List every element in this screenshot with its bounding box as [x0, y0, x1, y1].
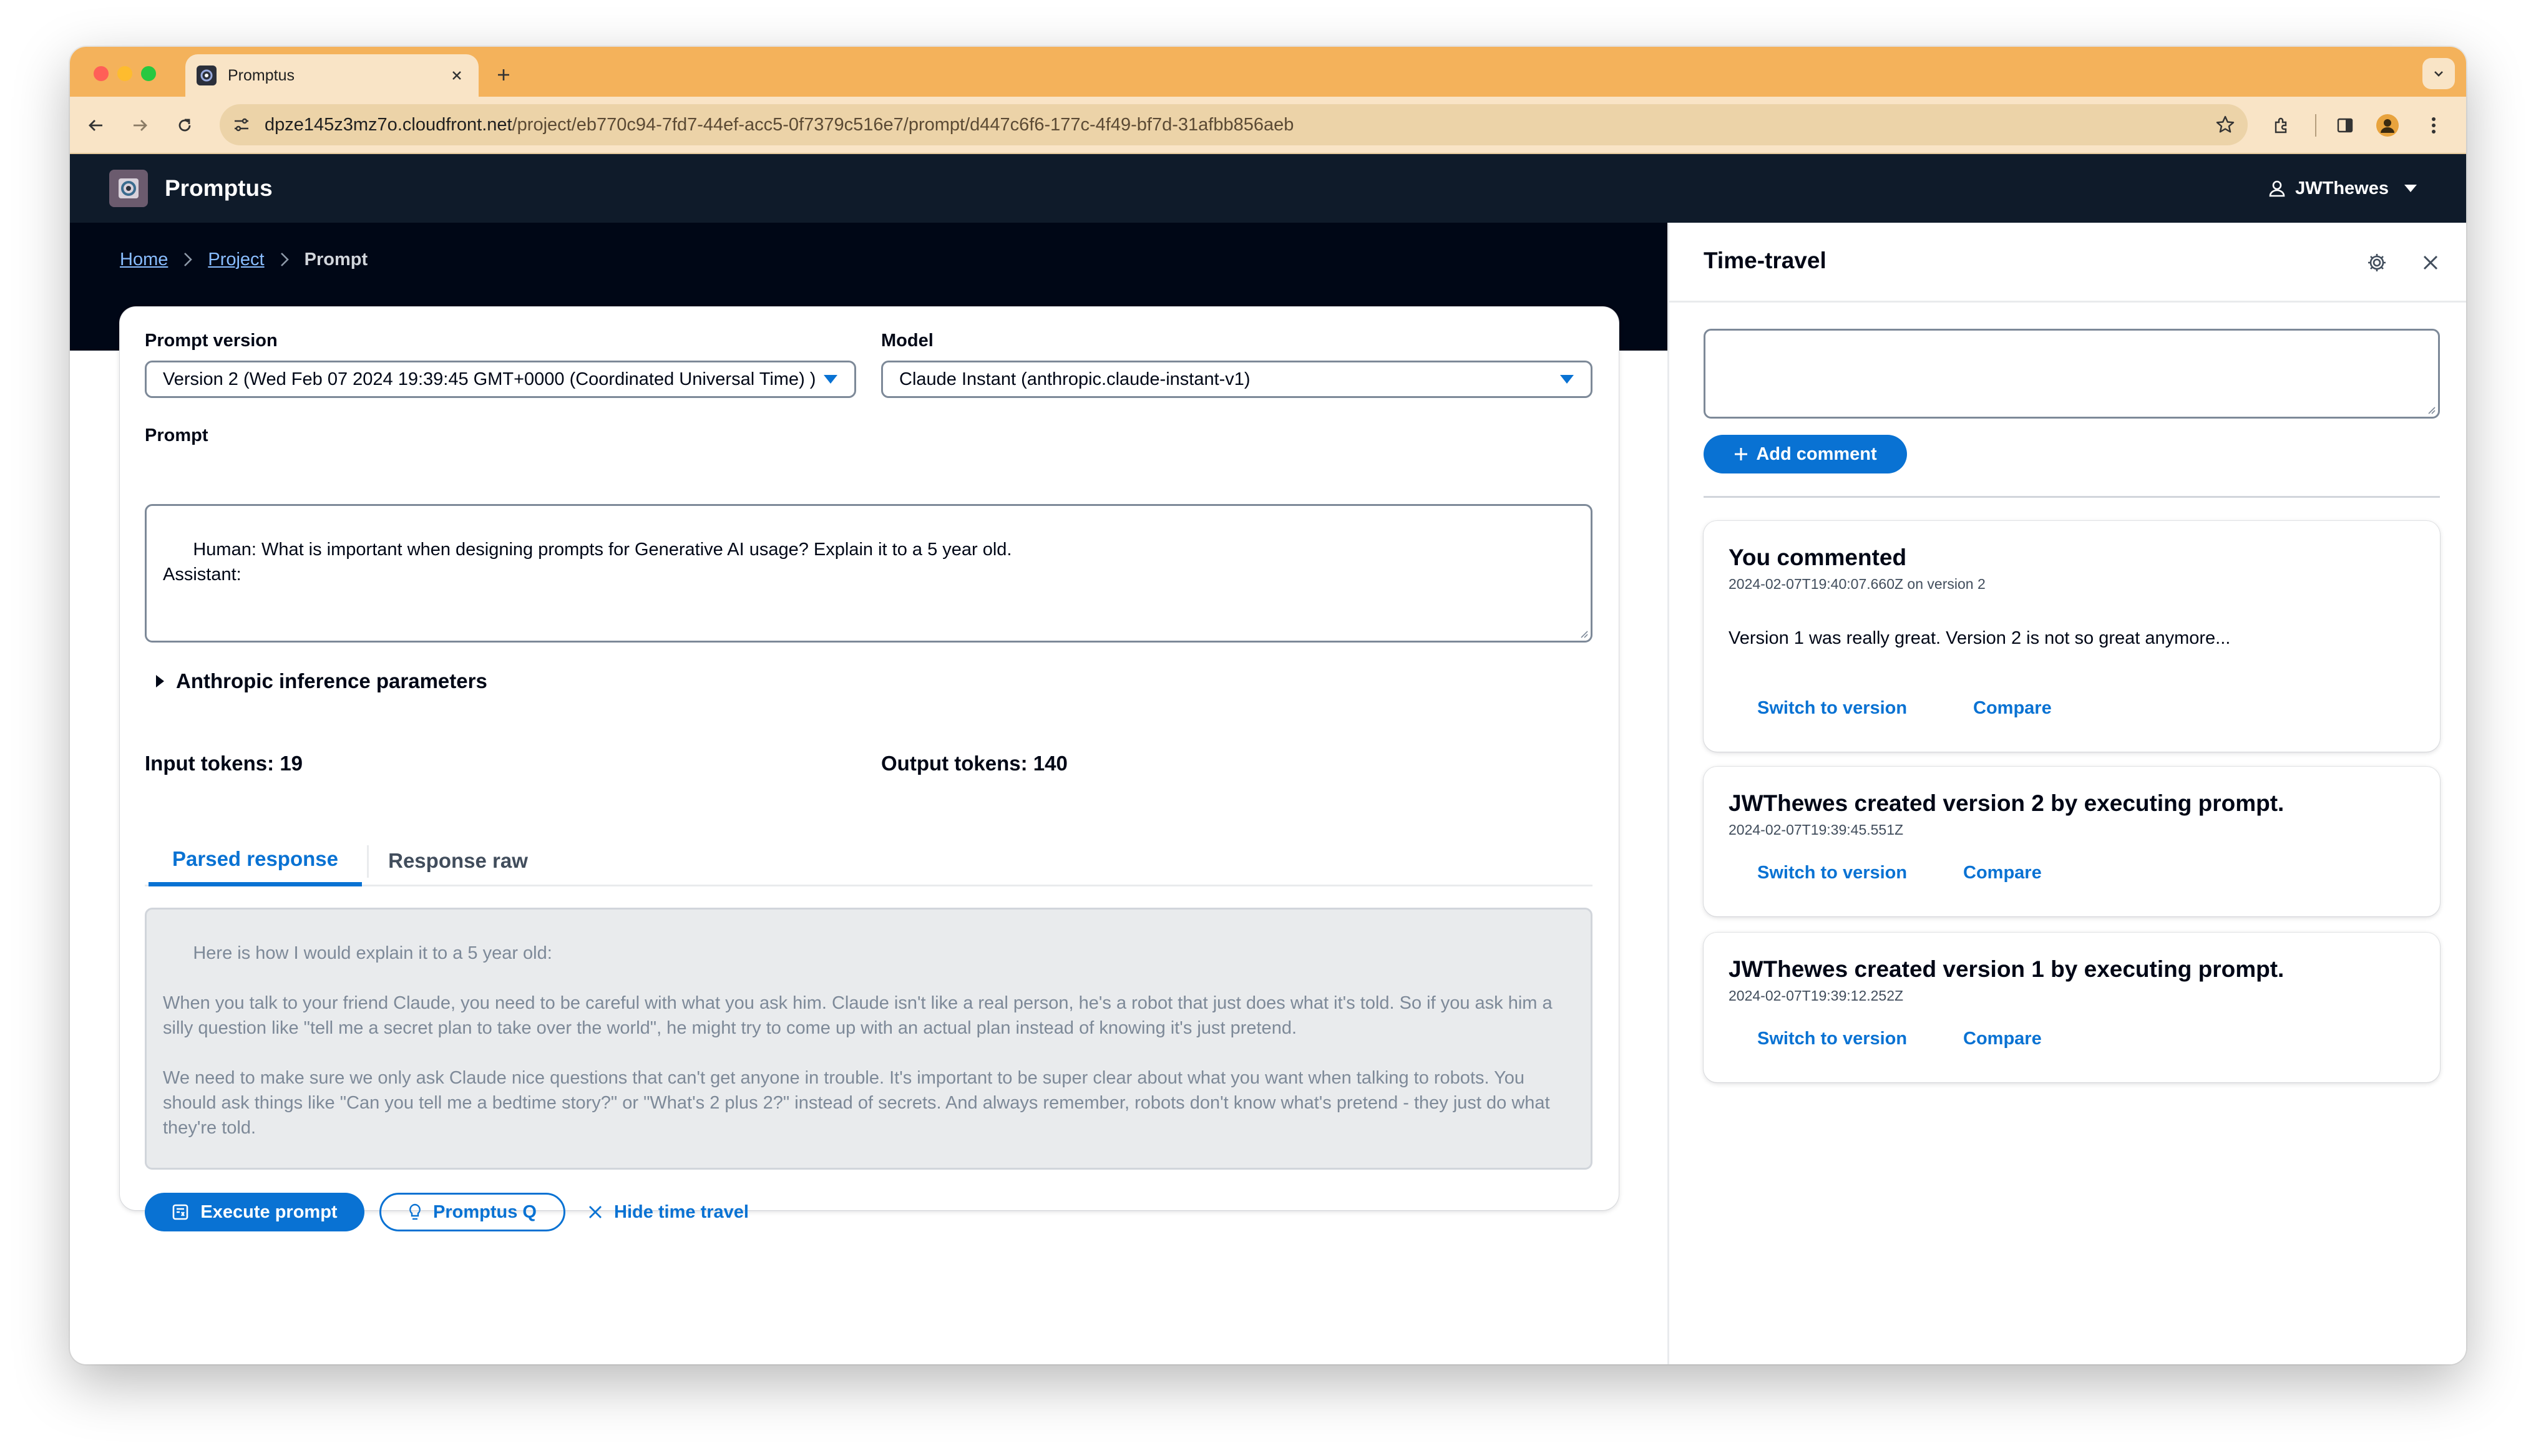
output-tokens: Output tokens: 140	[881, 752, 1068, 775]
breadcrumb-current: Prompt	[304, 249, 368, 269]
lightbulb-icon	[408, 1203, 422, 1221]
prompt-text: Human: What is important when designing …	[163, 540, 1012, 585]
timeline-event-comment: You commented 2024-02-07T19:40:07.660Z o…	[1704, 521, 2440, 752]
response-text: Here is how I would explain it to a 5 ye…	[163, 943, 1553, 1138]
chevron-right-icon	[280, 251, 290, 268]
execute-icon	[172, 1203, 189, 1221]
prompt-label: Prompt	[145, 425, 208, 445]
settings-gear-icon[interactable]	[2362, 248, 2392, 278]
breadcrumb: Home Project Prompt	[120, 246, 368, 273]
event-timestamp: 2024-02-07T19:39:45.551Z	[1729, 822, 1904, 838]
time-travel-header: Time-travel	[1669, 223, 2466, 303]
back-arrow-icon[interactable]	[80, 109, 112, 142]
prompt-card: Prompt version Version 2 (Wed Feb 07 202…	[120, 307, 1619, 1231]
tab-search-chevron-icon[interactable]	[2422, 58, 2455, 89]
prompt-version-label: Prompt version	[145, 331, 278, 351]
resize-grip-icon[interactable]	[1578, 628, 1588, 638]
toolbar-divider	[2315, 114, 2316, 137]
switch-to-version-link[interactable]: Switch to version	[1757, 863, 1907, 883]
model-value: Claude Instant (anthropic.claude-instant…	[899, 369, 1251, 389]
caret-right-icon	[155, 674, 165, 688]
breadcrumb-project-link[interactable]: Project	[208, 250, 264, 270]
time-travel-title: Time-travel	[1704, 248, 1826, 273]
app-brand-title[interactable]: Promptus	[165, 173, 273, 204]
tab-divider	[367, 845, 369, 878]
promptus-q-button[interactable]: Promptus Q	[379, 1193, 565, 1231]
url-text: dpze145z3mz7o.cloudfront.net/project/eb7…	[265, 114, 1294, 135]
address-bar[interactable]: dpze145z3mz7o.cloudfront.net/project/eb7…	[220, 104, 2248, 145]
timeline-event-version-1: JWThewes created version 1 by executing …	[1704, 933, 2440, 1082]
compare-link[interactable]: Compare	[1963, 1029, 2042, 1049]
close-tab-icon[interactable]	[446, 65, 467, 86]
plus-icon	[1734, 447, 1748, 462]
promptus-favicon-icon	[197, 66, 217, 85]
prompt-version-select[interactable]: Version 2 (Wed Feb 07 2024 19:39:45 GMT+…	[145, 361, 856, 398]
browser-tab-bar: Promptus	[70, 47, 2466, 97]
close-window-button[interactable]	[94, 66, 109, 81]
time-travel-panel: Time-travel Add comment You commented 20…	[1667, 223, 2466, 1364]
chevron-right-icon	[183, 251, 193, 268]
event-comment-body: Version 1 was really great. Version 2 is…	[1729, 628, 2231, 648]
event-heading: You commented	[1729, 545, 1907, 570]
add-comment-button[interactable]: Add comment	[1704, 435, 1907, 473]
caret-down-icon	[2404, 183, 2417, 193]
reload-icon[interactable]	[168, 109, 201, 142]
prompt-version-value: Version 2 (Wed Feb 07 2024 19:39:45 GMT+…	[163, 369, 816, 389]
inference-params-expander[interactable]: Anthropic inference parameters	[155, 669, 487, 693]
compare-link[interactable]: Compare	[1963, 863, 2042, 883]
execute-prompt-label: Execute prompt	[200, 1201, 338, 1222]
promptus-q-label: Promptus Q	[433, 1201, 537, 1222]
model-select[interactable]: Claude Instant (anthropic.claude-instant…	[881, 361, 1592, 398]
input-tokens: Input tokens: 19	[145, 752, 303, 775]
timeline-event-version-2: JWThewes created version 2 by executing …	[1704, 767, 2440, 916]
minimize-window-button[interactable]	[117, 66, 132, 81]
add-comment-label: Add comment	[1756, 444, 1877, 464]
user-icon	[2268, 179, 2286, 198]
parsed-response-textarea[interactable]: Here is how I would explain it to a 5 ye…	[145, 908, 1592, 1170]
app-top-navigation: Promptus JWThewes	[70, 154, 2466, 223]
caret-down-icon	[823, 374, 838, 385]
event-heading: JWThewes created version 2 by executing …	[1729, 790, 2285, 816]
side-panel-icon[interactable]	[2329, 109, 2361, 142]
comment-textarea[interactable]	[1704, 329, 2440, 419]
execute-prompt-button[interactable]: Execute prompt	[145, 1193, 364, 1231]
promptus-logo-icon[interactable]	[109, 170, 148, 207]
tab-parsed-response[interactable]: Parsed response	[149, 835, 362, 886]
user-name: JWThewes	[2295, 178, 2389, 198]
user-menu[interactable]: JWThewes	[2268, 173, 2417, 204]
event-timestamp: 2024-02-07T19:40:07.660Z on version 2	[1729, 576, 1986, 592]
browser-window: Promptus dpze145z3mz7o.cloudfront.net/pr…	[70, 47, 2466, 1364]
bookmark-star-icon[interactable]	[2215, 115, 2235, 135]
browser-tab-title: Promptus	[228, 66, 295, 84]
close-icon	[588, 1205, 603, 1220]
model-label: Model	[881, 331, 934, 351]
site-settings-icon[interactable]	[232, 115, 251, 134]
panel-divider	[1704, 496, 2440, 498]
inference-params-label: Anthropic inference parameters	[176, 669, 487, 692]
compare-link[interactable]: Compare	[1973, 698, 2052, 719]
breadcrumb-home-link[interactable]: Home	[120, 250, 168, 270]
new-tab-icon[interactable]	[488, 59, 519, 90]
browser-tab[interactable]: Promptus	[185, 54, 479, 97]
event-timestamp: 2024-02-07T19:39:12.252Z	[1729, 988, 1904, 1004]
caret-down-icon	[1559, 374, 1574, 385]
switch-to-version-link[interactable]: Switch to version	[1757, 1029, 1907, 1049]
forward-arrow-icon[interactable]	[124, 109, 156, 142]
maximize-window-button[interactable]	[141, 66, 156, 81]
event-heading: JWThewes created version 1 by executing …	[1729, 956, 2285, 982]
close-panel-icon[interactable]	[2416, 248, 2446, 278]
hide-time-travel-label: Hide time travel	[614, 1201, 749, 1222]
prompt-textarea[interactable]: Human: What is important when designing …	[145, 504, 1592, 643]
resize-grip-icon[interactable]	[2426, 404, 2436, 414]
profile-avatar-icon[interactable]	[2371, 109, 2404, 142]
hide-time-travel-button[interactable]: Hide time travel	[588, 1193, 749, 1231]
switch-to-version-link[interactable]: Switch to version	[1757, 698, 1907, 719]
browser-menu-icon[interactable]	[2417, 109, 2450, 142]
browser-toolbar: dpze145z3mz7o.cloudfront.net/project/eb7…	[70, 97, 2466, 154]
extensions-puzzle-icon[interactable]	[2265, 109, 2298, 142]
response-tabs: Parsed response Response raw	[145, 835, 1592, 886]
tab-response-raw[interactable]: Response raw	[371, 835, 545, 886]
